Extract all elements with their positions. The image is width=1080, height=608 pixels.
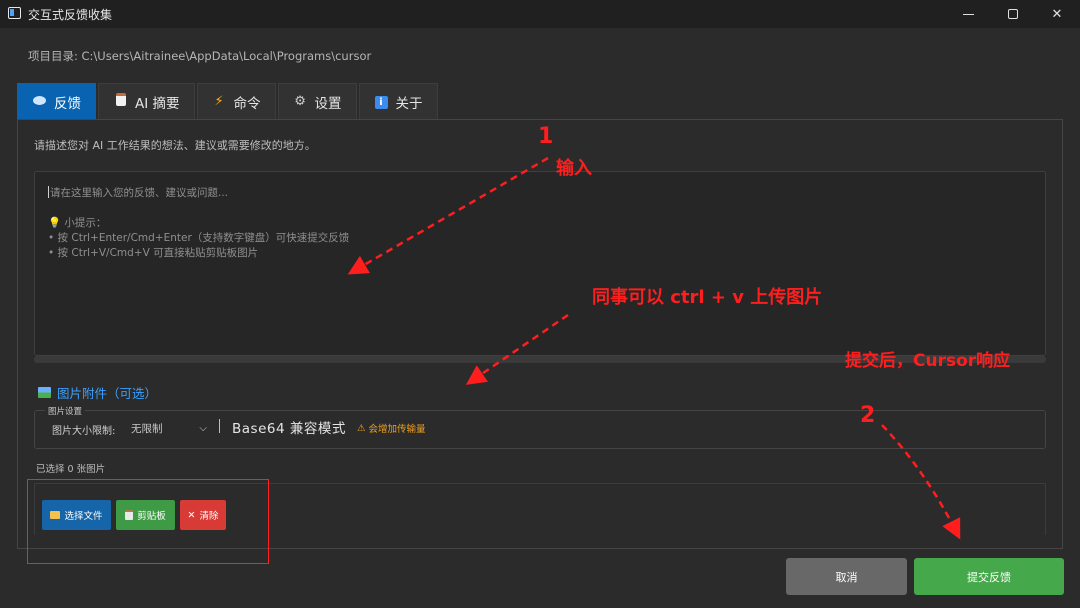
arrow-to-attachments (465, 313, 569, 385)
annotation-input: 输入 (556, 158, 592, 179)
annotation-step-2: 2 (860, 403, 876, 428)
arrow-to-input (347, 156, 549, 275)
annotation-after-submit: 提交后，Cursor响应 (845, 351, 1011, 371)
arrow-to-submit (881, 424, 961, 540)
annotation-arrows (347, 156, 961, 540)
annotation-paste-hint: 同事可以 ctrl + v 上传图片 (592, 287, 823, 308)
annotation-step-1: 1 (538, 124, 554, 149)
